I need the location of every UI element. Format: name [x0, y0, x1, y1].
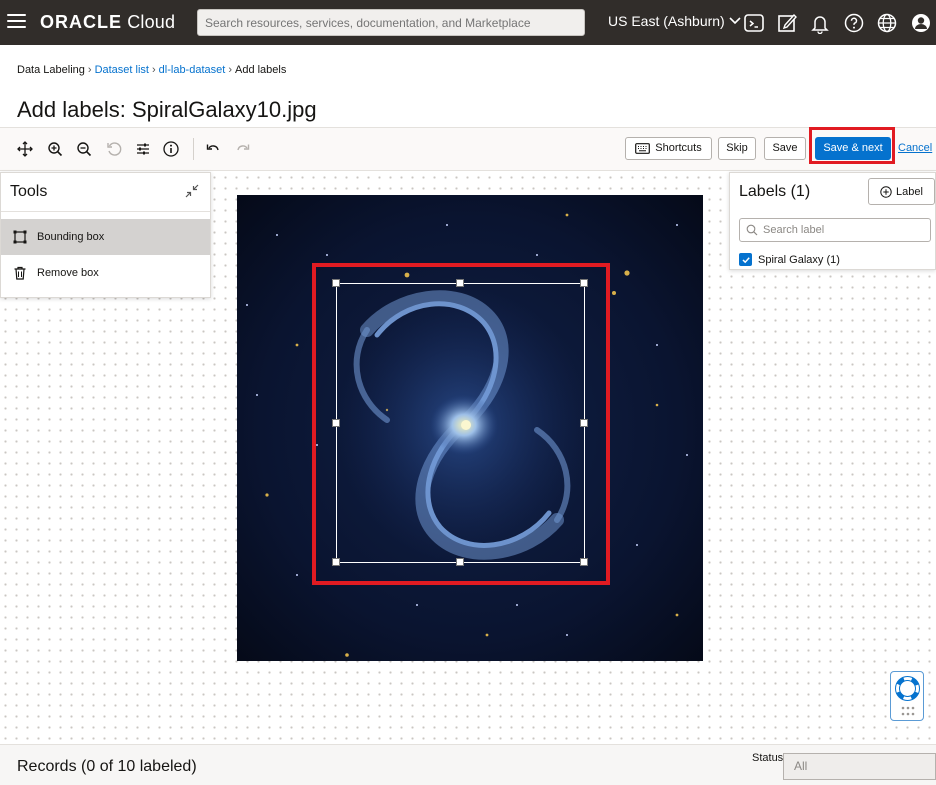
reset-icon[interactable] — [105, 140, 123, 158]
oracle-cloud-logo[interactable]: ORACLE Cloud — [40, 12, 175, 33]
records-count: Records (0 of 10 labeled) — [17, 758, 197, 775]
records-footer: Records (0 of 10 labeled) Status All — [0, 744, 936, 785]
tools-panel-title: Tools — [10, 183, 48, 200]
shortcuts-button[interactable]: Shortcuts — [625, 137, 712, 160]
breadcrumb-dataset-link[interactable]: dl-lab-dataset — [159, 64, 226, 76]
bounding-box-icon — [13, 230, 27, 244]
resize-handle-bottom-left[interactable] — [332, 558, 340, 566]
breadcrumb-dataset-list-link[interactable]: Dataset list — [95, 64, 149, 76]
breadcrumb-add-labels: Add labels — [234, 64, 287, 76]
chevron-down-icon — [729, 17, 741, 25]
cloud-shell-icon[interactable] — [743, 12, 765, 34]
redo-icon[interactable] — [234, 140, 252, 158]
undo-icon[interactable] — [204, 140, 222, 158]
toolbar-divider — [193, 138, 194, 160]
plus-circle-icon — [880, 185, 892, 198]
info-icon[interactable] — [162, 140, 180, 158]
tools-panel: Tools Bounding box Remove box — [0, 172, 211, 298]
tool-remove-box-label: Remove box — [37, 267, 99, 279]
label-search-input[interactable]: Search label — [739, 218, 931, 242]
label-search-placeholder: Search label — [763, 224, 825, 236]
shortcuts-label: Shortcuts — [655, 142, 702, 154]
resize-handle-top-left[interactable] — [332, 279, 340, 287]
help-widget[interactable] — [890, 671, 924, 721]
add-label-text: Label — [896, 185, 923, 198]
breadcrumb-separator: › — [87, 64, 92, 76]
drag-grip-icon[interactable] — [900, 706, 916, 716]
zoom-in-icon[interactable] — [46, 140, 64, 158]
breadcrumb-separator: › — [151, 64, 156, 76]
breadcrumb-data-labeling: Data Labeling — [17, 64, 85, 76]
skip-button[interactable]: Skip — [718, 137, 756, 160]
resize-handle-bottom[interactable] — [456, 558, 464, 566]
globe-icon[interactable] — [876, 12, 898, 34]
labels-panel-title: Labels (1) — [739, 183, 811, 200]
bell-icon[interactable] — [809, 12, 831, 35]
save-next-highlight — [809, 127, 895, 164]
hamburger-menu-icon[interactable] — [7, 14, 26, 30]
resize-handle-left[interactable] — [332, 419, 340, 427]
labeling-toolbar: Shortcuts Skip Save Save & next — [0, 127, 936, 171]
tools-divider — [1, 211, 210, 212]
check-icon — [741, 256, 750, 263]
resize-handle-right[interactable] — [580, 419, 588, 427]
label-item-spiral-galaxy[interactable]: Spiral Galaxy (1) — [739, 253, 840, 266]
tool-bounding-box-label: Bounding box — [37, 231, 105, 243]
zoom-out-icon[interactable] — [75, 140, 93, 158]
status-label: Status — [752, 752, 784, 764]
global-search-input[interactable] — [197, 9, 585, 36]
help-icon[interactable] — [843, 12, 865, 34]
trash-icon — [14, 266, 26, 280]
adjust-icon[interactable] — [134, 140, 152, 158]
cancel-link[interactable]: Cancel — [898, 142, 932, 154]
lifebuoy-icon — [895, 676, 920, 701]
keyboard-icon — [635, 143, 651, 154]
top-navigation-bar: ORACLE Cloud US East (Ashburn) — [0, 0, 936, 45]
resize-handle-top-right[interactable] — [580, 279, 588, 287]
resize-handle-bottom-right[interactable] — [580, 558, 588, 566]
collapse-icon[interactable] — [184, 183, 200, 199]
status-filter-select[interactable]: All — [783, 753, 936, 780]
tool-bounding-box[interactable]: Bounding box — [1, 219, 210, 255]
resize-handle-top[interactable] — [456, 279, 464, 287]
region-selector[interactable]: US East (Ashburn) — [608, 13, 741, 29]
region-label: US East (Ashburn) — [608, 13, 725, 29]
logo-product: Cloud — [127, 12, 176, 32]
tool-remove-box[interactable]: Remove box — [1, 255, 210, 291]
breadcrumb: Data Labeling › Dataset list › dl-lab-da… — [17, 64, 286, 76]
labels-panel: Labels (1) Label Search label Spiral Gal… — [729, 172, 936, 270]
user-icon[interactable] — [910, 12, 932, 34]
save-button[interactable]: Save — [764, 137, 806, 160]
move-icon[interactable] — [16, 140, 34, 158]
edit-icon[interactable] — [776, 12, 798, 34]
page-title: Add labels: SpiralGalaxy10.jpg — [17, 97, 317, 122]
add-label-button[interactable]: Label — [868, 178, 935, 205]
label-checkbox[interactable] — [739, 253, 752, 266]
bounding-box-annotation[interactable] — [332, 279, 588, 566]
logo-brand: ORACLE — [40, 12, 122, 32]
search-icon — [746, 224, 758, 236]
breadcrumb-separator: › — [228, 64, 232, 76]
label-item-text: Spiral Galaxy (1) — [758, 253, 840, 266]
